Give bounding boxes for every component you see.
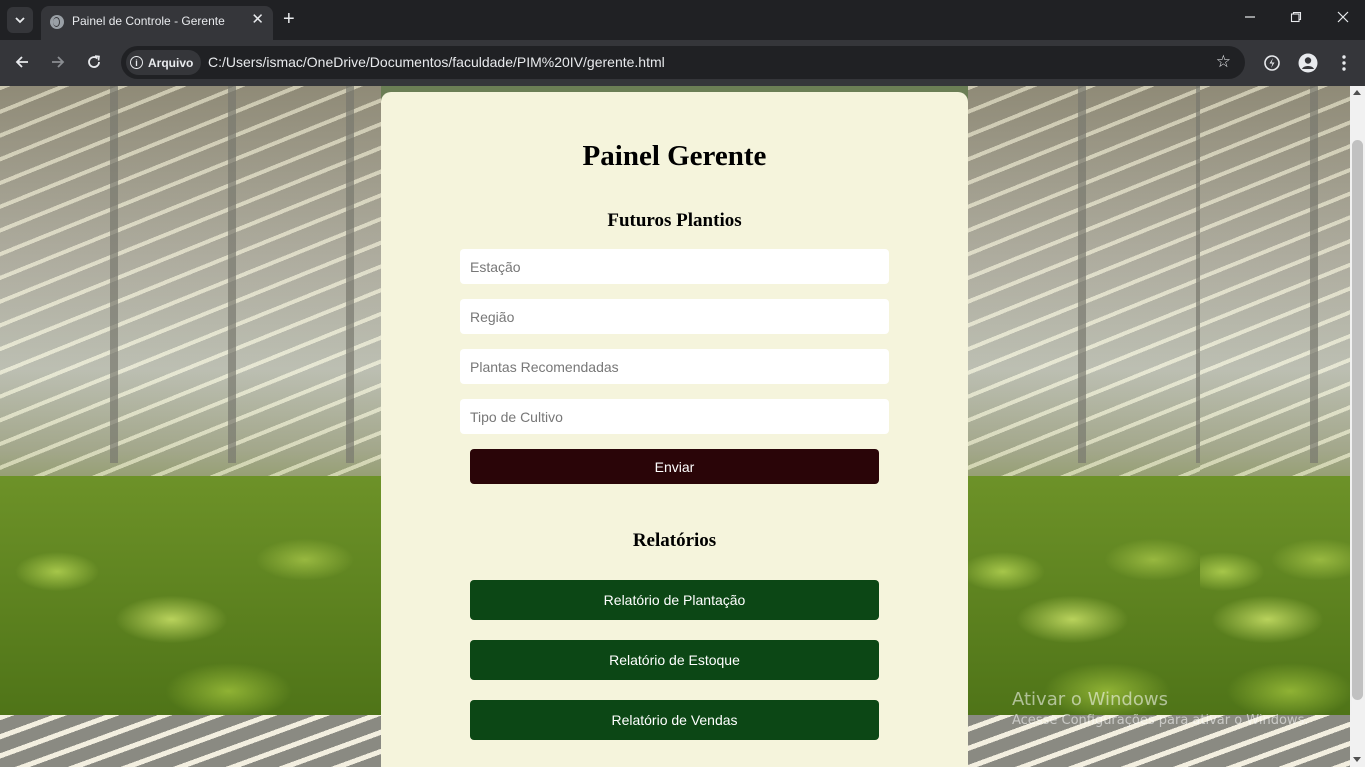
url-text[interactable]: C:/Users/ismac/OneDrive/Documentos/facul… (208, 54, 665, 70)
scroll-thumb[interactable] (1352, 140, 1363, 700)
vertical-scrollbar[interactable] (1350, 86, 1365, 767)
maximize-icon[interactable] (1290, 9, 1302, 29)
page-viewport: Painel Gerente Futuros Plantios Enviar R… (0, 86, 1350, 767)
forward-arrow-icon[interactable] (46, 50, 70, 74)
watermark-title: Ativar o Windows (1012, 689, 1168, 710)
reload-icon[interactable] (82, 50, 106, 74)
reports-section-heading: Relatórios (632, 530, 717, 551)
site-info-chip[interactable]: i Arquivo (126, 50, 202, 75)
tab-title: Painel de Controle - Gerente (72, 14, 225, 28)
manager-panel: Painel Gerente Futuros Plantios Enviar R… (381, 92, 968, 767)
region-input[interactable] (460, 299, 889, 334)
planting-report-button[interactable]: Relatório de Plantação (470, 580, 879, 620)
window-close-icon[interactable] (1337, 9, 1349, 29)
recommended-plants-input[interactable] (460, 349, 889, 384)
page-title: Painel Gerente (582, 140, 767, 172)
tab-close-icon[interactable]: ✕ (251, 12, 264, 28)
info-icon: i (130, 56, 143, 69)
planting-section-heading: Futuros Plantios (607, 210, 742, 231)
season-input[interactable] (460, 249, 889, 284)
extensions-icon[interactable] (1260, 51, 1284, 75)
browser-toolbar: i Arquivo C:/Users/ismac/OneDrive/Docume… (0, 40, 1365, 86)
menu-dots-icon[interactable] (1332, 51, 1356, 75)
back-arrow-icon[interactable] (10, 50, 34, 74)
submit-button[interactable]: Enviar (470, 449, 879, 484)
greenhouse-background-image (1200, 86, 1350, 715)
windows-activation-watermark: Ativar o Windows Acesse Configurações pa… (1012, 689, 1312, 728)
minimize-icon[interactable] (1244, 9, 1256, 29)
tab-search-button[interactable] (7, 7, 33, 33)
browser-tab-active[interactable]: Painel de Controle - Gerente ✕ (41, 6, 273, 40)
greenhouse-background-image (0, 86, 381, 715)
browser-tab-bar: Painel de Controle - Gerente ✕ + (0, 0, 1365, 40)
globe-icon (50, 15, 64, 29)
scroll-up-arrow-icon[interactable] (1353, 90, 1361, 95)
new-tab-button[interactable]: + (283, 8, 295, 30)
star-icon[interactable]: ☆ (1216, 52, 1231, 72)
profile-icon[interactable] (1296, 51, 1320, 75)
sales-report-button[interactable]: Relatório de Vendas (470, 700, 879, 740)
watermark-subtitle: Acesse Configurações para ativar o Windo… (1012, 713, 1309, 728)
chevron-down-icon (15, 17, 25, 24)
address-bar[interactable]: i Arquivo C:/Users/ismac/OneDrive/Docume… (121, 46, 1245, 79)
scroll-down-arrow-icon[interactable] (1353, 757, 1361, 762)
security-chip-label: Arquivo (148, 55, 194, 70)
greenhouse-background-image (968, 86, 1200, 715)
cultivation-type-input[interactable] (460, 399, 889, 434)
stock-report-button[interactable]: Relatório de Estoque (470, 640, 879, 680)
